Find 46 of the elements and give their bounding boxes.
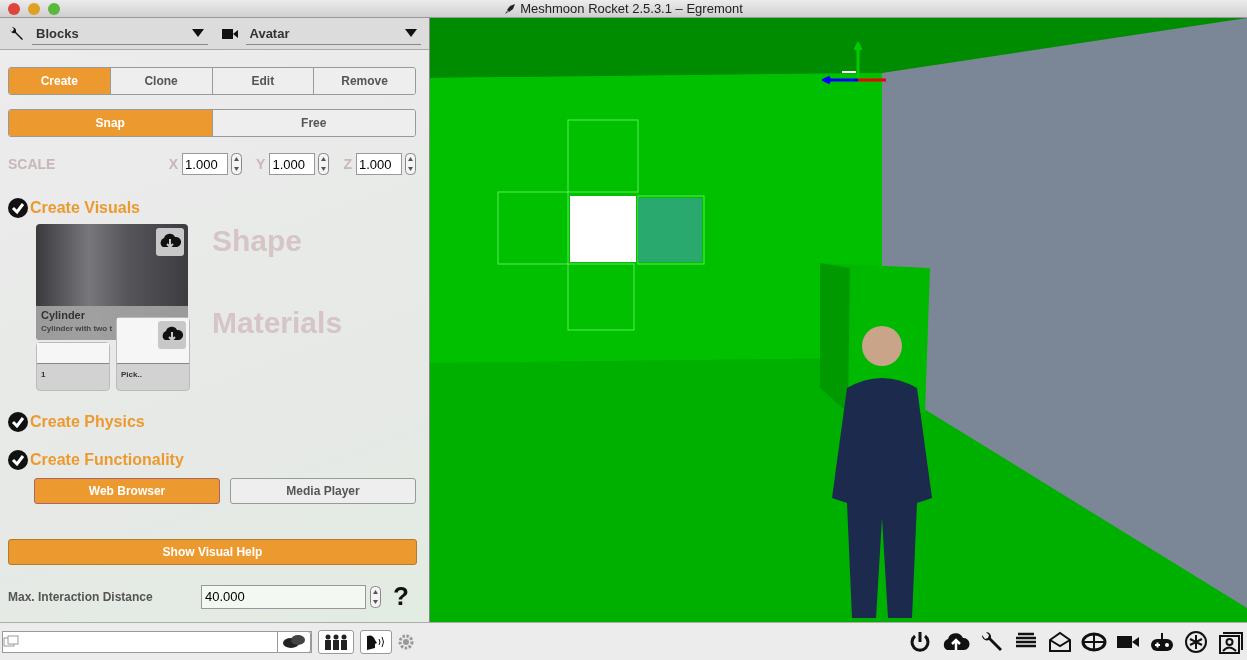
placement-tab[interactable]: Free bbox=[211, 110, 415, 136]
check-circle-icon[interactable] bbox=[8, 412, 28, 432]
card-description: Cylinder with two t bbox=[41, 324, 114, 333]
caret-icon bbox=[191, 29, 204, 37]
speech-bubbles-icon bbox=[282, 633, 306, 650]
shape-card[interactable]: Cylinder Cylinder with two t bbox=[36, 224, 188, 340]
functionality-option[interactable]: Media Player bbox=[230, 478, 416, 504]
video-camera-icon bbox=[221, 27, 238, 40]
scale-field[interactable]: 1.000 bbox=[182, 153, 229, 175]
check-circle-icon[interactable] bbox=[8, 450, 28, 470]
people-icon bbox=[323, 633, 349, 650]
window-title: Meshmoon Rocket 2.5.3.1 – Egremont bbox=[520, 1, 743, 16]
caret-icon bbox=[405, 29, 417, 37]
mode-tab[interactable]: Remove bbox=[313, 68, 415, 94]
camera-dropdown[interactable]: Avatar bbox=[245, 22, 421, 45]
distance-field[interactable]: 40.000 bbox=[201, 584, 366, 609]
mode-tab[interactable]: Clone bbox=[109, 68, 212, 94]
check-circle-icon[interactable] bbox=[8, 198, 28, 218]
card-label: Pick.. bbox=[120, 369, 143, 381]
wrench-icon[interactable] bbox=[979, 629, 1005, 654]
cloud-download-icon[interactable] bbox=[158, 321, 186, 349]
envelope-icon[interactable] bbox=[1047, 629, 1073, 654]
cloud-download-icon[interactable] bbox=[156, 228, 184, 256]
distance-label: Max. Interaction Distance bbox=[8, 589, 154, 604]
scale-field[interactable]: 1.000 bbox=[356, 153, 402, 175]
material-card[interactable]: Pick.. bbox=[116, 317, 190, 391]
card-label: 1 bbox=[40, 369, 47, 381]
scale-field[interactable]: 1.000 bbox=[269, 153, 316, 175]
voice-button[interactable] bbox=[360, 629, 392, 654]
spinner-icon[interactable] bbox=[370, 585, 381, 608]
card-title: Cylinder bbox=[41, 309, 86, 321]
asterisk-circle-icon[interactable] bbox=[1183, 629, 1209, 654]
spinner-icon[interactable] bbox=[231, 153, 243, 175]
speaking-head-icon bbox=[365, 633, 387, 650]
mode-tab[interactable]: Edit bbox=[211, 68, 314, 94]
tool-dropdown[interactable]: Blocks bbox=[32, 22, 208, 45]
material-card[interactable]: 1 bbox=[36, 342, 110, 391]
chat-bubbles-icon bbox=[3, 634, 21, 649]
spinner-icon[interactable] bbox=[318, 153, 330, 175]
people-button[interactable] bbox=[318, 629, 354, 654]
photo-frame-icon[interactable] bbox=[1217, 629, 1245, 654]
help-icon[interactable]: ? bbox=[393, 581, 409, 612]
chat-input-field[interactable] bbox=[2, 630, 312, 653]
spinner-icon[interactable] bbox=[405, 153, 416, 175]
chat-button[interactable] bbox=[277, 630, 311, 653]
close-button[interactable] bbox=[8, 2, 20, 15]
